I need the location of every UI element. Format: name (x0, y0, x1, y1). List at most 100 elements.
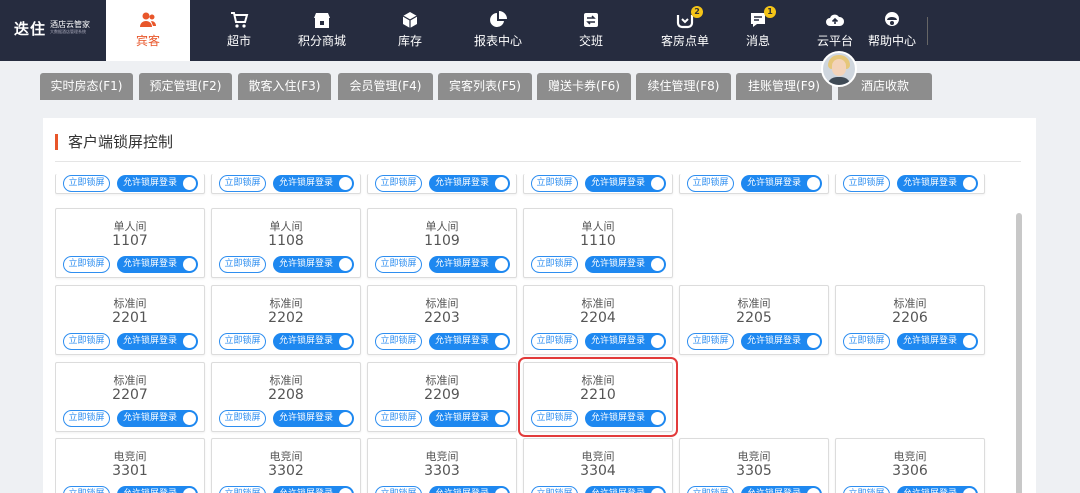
lock-now-button[interactable]: 立即锁屏 (687, 333, 734, 350)
room-card: 电竞间3306立即锁屏 允许锁屏登录 (835, 438, 985, 493)
vertical-scrollbar[interactable] (1016, 213, 1022, 493)
lock-now-button[interactable]: 立即锁屏 (687, 175, 734, 192)
room-number: 2209 (424, 387, 460, 403)
toggle-knob (339, 258, 352, 271)
lock-now-button[interactable]: 立即锁屏 (63, 486, 110, 493)
lock-now-button[interactable]: 立即锁屏 (843, 175, 890, 192)
lock-now-button[interactable]: 立即锁屏 (219, 256, 266, 273)
allow-lock-login-toggle[interactable]: 允许锁屏登录 (117, 256, 198, 273)
lock-now-button[interactable]: 立即锁屏 (63, 256, 110, 273)
toggle-knob (495, 488, 508, 493)
lock-now-button[interactable]: 立即锁屏 (531, 333, 578, 350)
allow-lock-login-toggle[interactable]: 允许锁屏登录 (585, 333, 666, 350)
tab-2[interactable]: 散客入住(F3) (238, 73, 331, 100)
room-number: 3306 (892, 463, 928, 479)
lock-now-button[interactable]: 立即锁屏 (375, 333, 422, 350)
allow-lock-login-toggle[interactable]: 允许锁屏登录 (429, 410, 510, 427)
room-number: 2202 (268, 310, 304, 326)
allow-lock-login-toggle[interactable]: 允许锁屏登录 (897, 175, 978, 192)
nav-item-0[interactable]: 宾客 (106, 0, 190, 61)
room-number: 1108 (268, 233, 304, 249)
user-avatar[interactable] (821, 51, 857, 87)
lock-now-button[interactable]: 立即锁屏 (531, 256, 578, 273)
lock-now-button[interactable]: 立即锁屏 (219, 486, 266, 493)
nav-item-1[interactable]: 超市 (206, 0, 272, 61)
lock-now-button[interactable]: 立即锁屏 (219, 333, 266, 350)
lock-now-button[interactable]: 立即锁屏 (219, 410, 266, 427)
toggle-knob (963, 177, 976, 190)
toggle-label: 允许锁屏登录 (279, 259, 334, 269)
toggle-label: 允许锁屏登录 (435, 413, 490, 423)
allow-lock-login-toggle[interactable]: 允许锁屏登录 (429, 175, 510, 192)
allow-lock-login-toggle[interactable]: 允许锁屏登录 (429, 256, 510, 273)
allow-lock-login-toggle[interactable]: 允许锁屏登录 (273, 486, 354, 493)
lock-now-button[interactable]: 立即锁屏 (375, 486, 422, 493)
allow-lock-login-toggle[interactable]: 允许锁屏登录 (585, 486, 666, 493)
allow-lock-login-toggle[interactable]: 允许锁屏登录 (273, 410, 354, 427)
nav-label: 消息 (745, 34, 770, 48)
nav-item-5[interactable]: 交班 (548, 0, 634, 61)
tab-7[interactable]: 挂账管理(F9) (736, 73, 832, 100)
room-number: 1110 (580, 233, 616, 249)
allow-lock-login-toggle[interactable]: 允许锁屏登录 (897, 486, 978, 493)
lock-now-button[interactable]: 立即锁屏 (375, 175, 422, 192)
room-card: 标准间 2203 立即锁屏 允许锁屏登录 (367, 285, 517, 355)
allow-lock-login-toggle[interactable]: 允许锁屏登录 (273, 333, 354, 350)
allow-lock-login-toggle[interactable]: 允许锁屏登录 (585, 175, 666, 192)
nav-badge: 2 (691, 6, 703, 18)
tab-0[interactable]: 实时房态(F1) (40, 73, 133, 100)
allow-lock-login-toggle[interactable]: 允许锁屏登录 (741, 486, 822, 493)
lock-now-button[interactable]: 立即锁屏 (687, 486, 734, 493)
tab-4[interactable]: 宾客列表(F5) (438, 73, 532, 100)
allow-lock-login-toggle[interactable]: 允许锁屏登录 (585, 256, 666, 273)
allow-lock-login-toggle[interactable]: 允许锁屏登录 (273, 256, 354, 273)
cart-icon (229, 10, 249, 30)
tab-5[interactable]: 赠送卡券(F6) (537, 73, 631, 100)
room-card: 标准间 2201 立即锁屏 允许锁屏登录 (55, 285, 205, 355)
toggle-label: 允许锁屏登录 (123, 489, 177, 493)
nav-item-9[interactable]: 帮助中心 (862, 0, 922, 61)
nav-item-2[interactable]: 积分商城 (273, 0, 371, 61)
lock-now-button[interactable]: 立即锁屏 (843, 333, 890, 350)
tab-6[interactable]: 续住管理(F8) (636, 73, 731, 100)
toggle-knob (339, 488, 352, 493)
allow-lock-login-toggle[interactable]: 允许锁屏登录 (273, 175, 354, 192)
room-number: 3303 (424, 463, 460, 479)
nav-item-6[interactable]: 2 客房点单 (630, 0, 740, 61)
lock-now-button[interactable]: 立即锁屏 (531, 410, 578, 427)
allow-lock-login-toggle[interactable]: 允许锁屏登录 (429, 486, 510, 493)
toggle-knob (807, 488, 820, 493)
lock-now-button[interactable]: 立即锁屏 (375, 410, 422, 427)
lock-now-button[interactable]: 立即锁屏 (219, 175, 266, 192)
allow-lock-login-toggle[interactable]: 允许锁屏登录 (117, 333, 198, 350)
allow-lock-login-toggle[interactable]: 允许锁屏登录 (741, 333, 822, 350)
lock-now-button[interactable]: 立即锁屏 (63, 175, 110, 192)
room-number: 3301 (112, 463, 148, 479)
lock-now-button[interactable]: 立即锁屏 (531, 486, 578, 493)
allow-lock-login-toggle[interactable]: 允许锁屏登录 (897, 333, 978, 350)
toggle-label: 允许锁屏登录 (747, 178, 802, 188)
lock-now-button[interactable]: 立即锁屏 (63, 333, 110, 350)
lock-now-button[interactable]: 立即锁屏 (843, 486, 890, 493)
allow-lock-login-toggle[interactable]: 允许锁屏登录 (741, 175, 822, 192)
room-type: 标准间 (113, 297, 147, 310)
nav-label: 库存 (397, 34, 422, 48)
tab-1[interactable]: 预定管理(F2) (139, 73, 232, 100)
allow-lock-login-toggle[interactable]: 允许锁屏登录 (117, 410, 198, 427)
allow-lock-login-toggle[interactable]: 允许锁屏登录 (117, 486, 198, 493)
allow-lock-login-toggle[interactable]: 允许锁屏登录 (117, 175, 198, 192)
nav-item-7[interactable]: 1 消息 (733, 0, 783, 61)
tab-3[interactable]: 会员管理(F4) (338, 73, 433, 100)
lock-now-button[interactable]: 立即锁屏 (63, 410, 110, 427)
room-card: 标准间 2208 立即锁屏 允许锁屏登录 (211, 362, 361, 432)
allow-lock-login-toggle[interactable]: 允许锁屏登录 (429, 333, 510, 350)
room-type: 电竞间 (893, 450, 927, 463)
toggle-knob (651, 335, 664, 348)
lock-now-button[interactable]: 立即锁屏 (531, 175, 578, 192)
nav-item-3[interactable]: 库存 (380, 0, 440, 61)
allow-lock-login-toggle[interactable]: 允许锁屏登录 (585, 410, 666, 427)
room-card: 标准间 2209 立即锁屏 允许锁屏登录 (367, 362, 517, 432)
room-card: 电竞间3305立即锁屏 允许锁屏登录 (679, 438, 829, 493)
nav-item-4[interactable]: 报表中心 (458, 0, 538, 61)
lock-now-button[interactable]: 立即锁屏 (375, 256, 422, 273)
